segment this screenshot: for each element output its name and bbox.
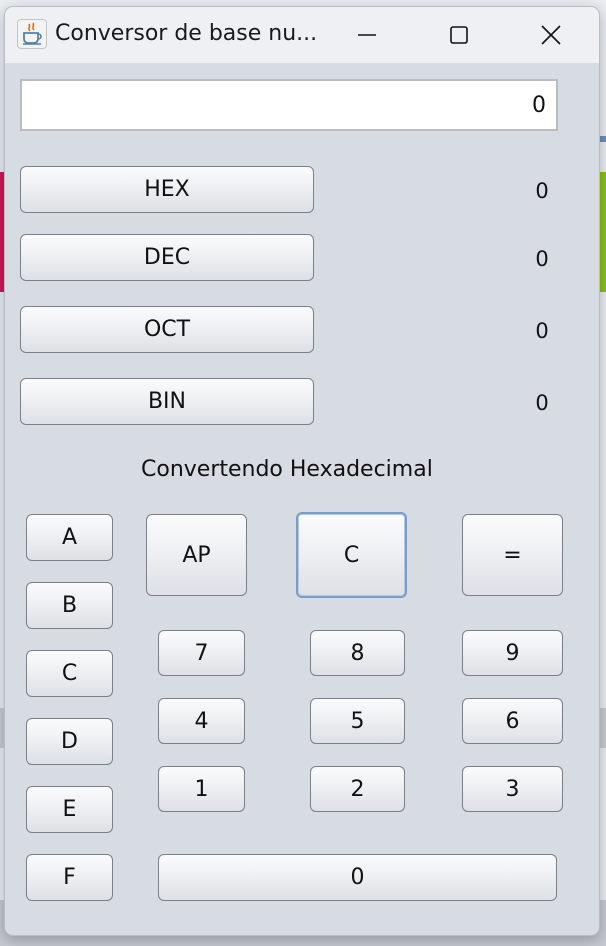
key-d[interactable]: D xyxy=(26,718,113,765)
key-4[interactable]: 4 xyxy=(158,698,245,744)
close-button[interactable] xyxy=(505,7,597,63)
close-icon xyxy=(541,25,561,45)
key-f[interactable]: F xyxy=(26,854,113,901)
maximize-button[interactable] xyxy=(413,7,505,63)
number-input-display[interactable]: 0 xyxy=(20,79,558,131)
dec-value: 0 xyxy=(535,247,549,271)
clear-button[interactable]: C xyxy=(296,512,407,598)
key-e[interactable]: E xyxy=(26,786,113,833)
key-9[interactable]: 9 xyxy=(462,630,563,676)
bin-value: 0 xyxy=(535,391,549,415)
key-8[interactable]: 8 xyxy=(310,630,405,676)
oct-button[interactable]: OCT xyxy=(20,306,314,353)
key-3[interactable]: 3 xyxy=(462,766,563,812)
key-a[interactable]: A xyxy=(26,514,113,561)
backspace-ap-button[interactable]: AP xyxy=(146,514,247,596)
key-b[interactable]: B xyxy=(26,582,113,629)
minimize-icon xyxy=(358,34,376,36)
key-6[interactable]: 6 xyxy=(462,698,563,744)
bin-button[interactable]: BIN xyxy=(20,378,314,425)
converter-window: Conversor de base nu... 0 HEX 0 DEC 0 OC… xyxy=(4,6,600,936)
key-0[interactable]: 0 xyxy=(158,854,557,901)
key-7[interactable]: 7 xyxy=(158,630,245,676)
dec-button[interactable]: DEC xyxy=(20,234,314,281)
conversion-status-label: Convertendo Hexadecimal xyxy=(141,457,433,482)
oct-value: 0 xyxy=(535,319,549,343)
window-title: Conversor de base nu... xyxy=(55,21,318,46)
key-5[interactable]: 5 xyxy=(310,698,405,744)
key-1[interactable]: 1 xyxy=(158,766,245,812)
key-2[interactable]: 2 xyxy=(310,766,405,812)
hex-value: 0 xyxy=(535,179,549,203)
key-c[interactable]: C xyxy=(26,650,113,697)
minimize-button[interactable] xyxy=(321,7,413,63)
equals-button[interactable]: = xyxy=(462,514,563,596)
maximize-icon xyxy=(450,26,468,44)
title-bar[interactable]: Conversor de base nu... xyxy=(5,7,599,63)
hex-button[interactable]: HEX xyxy=(20,166,314,213)
java-cup-icon xyxy=(17,19,47,49)
